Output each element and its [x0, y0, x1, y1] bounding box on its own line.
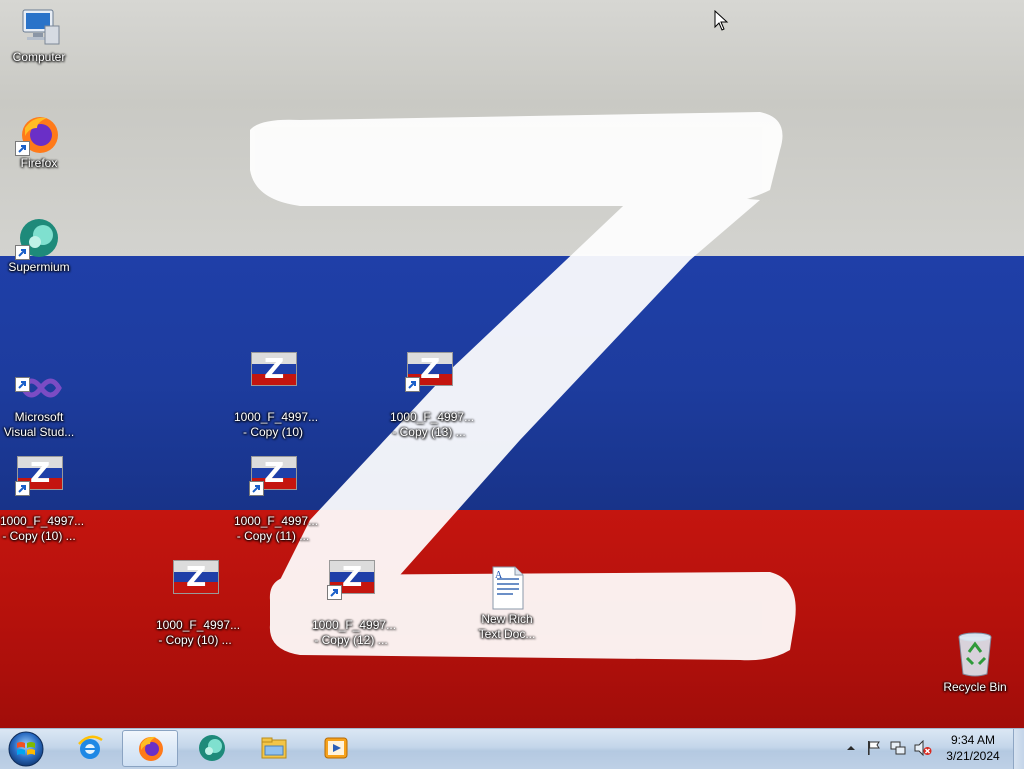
desktop-icon-image-file[interactable]: Z 1000_F_4997... - Copy (11) ... — [234, 436, 319, 562]
recycle-bin-icon — [951, 630, 999, 678]
desktop-icon-computer[interactable]: Computer — [0, 8, 78, 65]
svg-text:A: A — [495, 570, 503, 581]
taskbar-media-player[interactable] — [308, 730, 364, 767]
image-file-icon: Z — [249, 350, 297, 390]
clock-time: 9:34 AM — [950, 733, 996, 747]
shortcut-arrow-icon — [15, 481, 30, 496]
shortcut-arrow-icon — [405, 377, 420, 392]
network-icon[interactable] — [890, 740, 906, 756]
taskbar: 9:34 AM 3/21/2024 — [0, 728, 1024, 769]
taskbar-firefox[interactable] — [122, 730, 178, 767]
media-player-icon — [324, 737, 348, 759]
clock-date: 3/21/2024 — [946, 749, 1000, 763]
firefox-icon — [15, 114, 63, 156]
desktop-icon-label: 1000_F_4997... - Copy (12) ... — [312, 618, 397, 647]
file-explorer-icon — [261, 737, 287, 759]
image-file-icon: Z — [327, 558, 375, 600]
computer-icon — [15, 8, 63, 48]
image-file-icon: Z — [249, 454, 297, 496]
desktop-icon-supermium[interactable]: Supermium — [0, 218, 78, 275]
supermium-icon — [15, 218, 63, 260]
desktop-icon-label: 1000_F_4997... - Copy (11) ... — [234, 514, 319, 543]
desktop-icon-label: New Rich Text Doc... — [478, 612, 536, 641]
shortcut-arrow-icon — [327, 585, 342, 600]
taskbar-supermium[interactable] — [184, 730, 240, 767]
desktop-icon-label: Computer — [12, 50, 66, 64]
shortcut-arrow-icon — [15, 377, 30, 392]
taskbar-internet-explorer[interactable] — [62, 730, 118, 767]
supermium-icon — [199, 735, 225, 761]
desktop-icon-image-file[interactable]: Z 1000_F_4997... - Copy (10) ... — [156, 540, 241, 666]
internet-explorer-icon — [78, 735, 103, 759]
desktop-icon-label: Recycle Bin — [943, 680, 1007, 694]
system-clock[interactable]: 9:34 AM 3/21/2024 — [934, 732, 1012, 764]
desktop-icon-rich-text-document[interactable]: A New Rich Text Doc... — [468, 530, 546, 660]
desktop-icon-recycle-bin[interactable]: Recycle Bin — [936, 630, 1014, 695]
shortcut-arrow-icon — [15, 245, 30, 260]
visual-studio-icon — [15, 350, 63, 398]
desktop-icon-label: 1000_F_4997... - Copy (10) ... — [156, 618, 241, 647]
show-hidden-icons-arrow[interactable] — [846, 743, 856, 753]
volume-muted-icon[interactable] — [914, 740, 932, 756]
action-center-flag-icon[interactable] — [866, 740, 882, 756]
windows-start-icon — [8, 731, 44, 767]
rich-text-document-icon: A — [483, 548, 531, 610]
start-button[interactable] — [4, 730, 48, 768]
image-file-icon: Z — [15, 454, 63, 496]
desktop-icon-image-file[interactable]: Z 1000_F_4997... - Copy (12) ... — [312, 540, 397, 666]
mouse-cursor-icon — [714, 10, 729, 31]
image-file-icon: Z — [171, 558, 219, 598]
desktop-icon-label: 1000_F_4997... - Copy (10) ... — [0, 514, 85, 543]
show-desktop-button[interactable] — [1013, 729, 1024, 769]
firefox-icon — [139, 736, 163, 761]
desktop-icon-label: Supermium — [8, 260, 70, 274]
notification-area — [844, 729, 934, 769]
desktop-icon-firefox[interactable]: Firefox — [0, 114, 78, 171]
desktop-icon-image-file[interactable]: Z 1000_F_4997... - Copy (10) ... — [0, 436, 85, 562]
taskbar-file-explorer[interactable] — [246, 730, 302, 767]
image-file-icon: Z — [405, 350, 453, 392]
desktop-icon-image-file[interactable]: Z 1000_F_4997... - Copy (13) ... — [390, 332, 475, 458]
shortcut-arrow-icon — [249, 481, 264, 496]
desktop-icon-label: 1000_F_4997... - Copy (13) ... — [390, 410, 475, 439]
desktop-icon-label: Firefox — [20, 156, 58, 170]
shortcut-arrow-icon — [15, 141, 30, 156]
